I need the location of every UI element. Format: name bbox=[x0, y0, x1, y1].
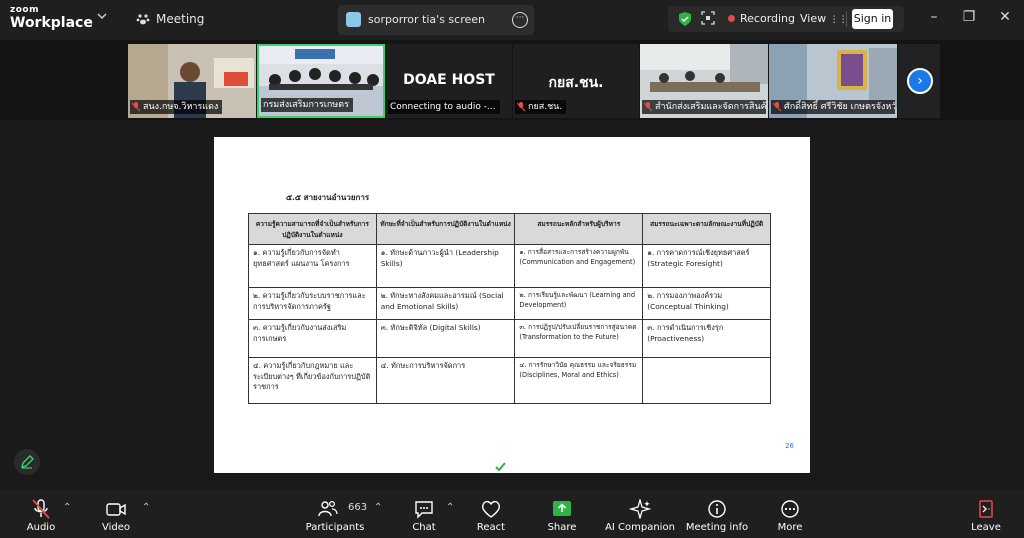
qr-scan-icon[interactable] bbox=[701, 11, 715, 25]
table-cell: ๑. การคาดการณ์เชิงยุทธศาสตร์ (Strategic … bbox=[642, 244, 771, 288]
participant-name-label: ศักดิ์สิทธิ์ ศรีวิชัย เกษตรจังหวัด bbox=[771, 100, 895, 114]
minimize-icon[interactable]: – bbox=[925, 8, 943, 26]
table-cell: ๒. ความรู้เกี่ยวกับระบบราชการและการบริหา… bbox=[248, 287, 377, 320]
competency-table: ความรู้ความสามารถที่จำเป็นสำหรับการปฏิบั… bbox=[248, 213, 771, 404]
chat-button[interactable]: Chat bbox=[404, 490, 444, 538]
table-cell: ๔. ความรู้เกี่ยวกับกฎหมาย และระเบียบต่าง… bbox=[248, 357, 377, 404]
divider bbox=[846, 11, 847, 27]
table-cell: ๓. ทักษะดิจิทัล (Digital Skills) bbox=[375, 319, 516, 358]
slide-page-number: 26 bbox=[785, 442, 794, 450]
share-screen-button[interactable]: Share bbox=[540, 490, 584, 538]
mic-muted-icon bbox=[132, 102, 140, 112]
shared-screen-tab[interactable]: sorporror tia's screen ··· bbox=[338, 5, 534, 35]
column-header: ทักษะที่จำเป็นสำหรับการปฏิบัติงานในตำแหน… bbox=[375, 213, 516, 245]
table-cell: ๓. ความรู้เกี่ยวกับงานส่งเสริมการเกษตร bbox=[248, 319, 377, 358]
slide-heading: ๕.๕ สายงานอำนวยการ bbox=[286, 192, 370, 202]
leave-meeting-button[interactable]: Leave bbox=[966, 490, 1006, 538]
table-cell: ๒. การเรียนรู้และพัฒนา (Learning and Dev… bbox=[514, 287, 644, 320]
chat-bubble-icon bbox=[415, 501, 433, 519]
participant-tile-active-speaker[interactable]: กรมส่งเสริมการเกษตร bbox=[257, 44, 385, 118]
table-cell: ๒. ทักษะทางสังคมและอารมณ์ (Social and Em… bbox=[375, 287, 516, 320]
view-grid-icon: ⋮⋮ bbox=[829, 15, 848, 25]
participant-name-label: กยส.ชน. bbox=[515, 100, 567, 114]
table-cell: ๑. ความรู้เกี่ยวกับการจัดทำยุทธศาสตร์ แผ… bbox=[248, 244, 377, 288]
audio-button[interactable]: Audio bbox=[18, 490, 64, 538]
microphone-muted-icon bbox=[32, 499, 50, 519]
sparkle-icon bbox=[629, 499, 651, 519]
exit-door-icon bbox=[979, 500, 993, 518]
table-row: ๓. ความรู้เกี่ยวกับงานส่งเสริมการเกษตร ๓… bbox=[248, 319, 771, 358]
checkmark-icon bbox=[495, 462, 506, 472]
paw-icon bbox=[136, 14, 150, 25]
chat-options-caret-icon[interactable]: ⌃ bbox=[446, 502, 454, 513]
participant-tile[interactable]: สนง.กษจ.วิหารแดง bbox=[128, 44, 256, 118]
meeting-info-button[interactable]: Meeting info bbox=[684, 490, 750, 538]
table-cell: ๒. การมองภาพองค์รวม (Conceptual Thinking… bbox=[642, 287, 771, 320]
ai-companion-button[interactable]: AI Companion bbox=[602, 490, 678, 538]
title-bar: zoom Workplace Meeting sorporror tia's s… bbox=[0, 0, 1024, 40]
meeting-controls-toolbar: Audio ⌃ Video ⌃ Participants 663 ⌃ Chat … bbox=[0, 490, 1024, 538]
table-cell: ๑. การสื่อสารและการสร้างความผูกพัน (Comm… bbox=[514, 244, 644, 288]
audio-options-caret-icon[interactable]: ⌃ bbox=[63, 502, 71, 513]
react-button[interactable]: React bbox=[470, 490, 512, 538]
more-button[interactable]: More bbox=[770, 490, 810, 538]
mic-muted-icon bbox=[644, 102, 652, 112]
heart-icon bbox=[482, 500, 500, 518]
more-dots-icon bbox=[781, 500, 799, 518]
restore-window-icon[interactable]: ❐ bbox=[960, 8, 978, 26]
participant-tile[interactable]: กยส.ชน. กยส.ชน. bbox=[513, 44, 639, 118]
mic-muted-icon bbox=[773, 102, 781, 112]
participant-tile[interactable]: ศักดิ์สิทธิ์ ศรีวิชัย เกษตรจังหวัด bbox=[769, 44, 897, 118]
table-row: ๔. ความรู้เกี่ยวกับกฎหมาย และระเบียบต่าง… bbox=[248, 357, 771, 404]
more-options-icon[interactable]: ··· bbox=[512, 12, 528, 28]
video-options-caret-icon[interactable]: ⌃ bbox=[142, 502, 150, 513]
share-screen-icon bbox=[553, 501, 571, 516]
table-row: ๑. ความรู้เกี่ยวกับการจัดทำยุทธศาสตร์ แผ… bbox=[248, 244, 771, 288]
table-row: ๒. ความรู้เกี่ยวกับระบบราชการและการบริหา… bbox=[248, 287, 771, 320]
video-camera-icon bbox=[106, 503, 126, 516]
recording-dot-icon bbox=[728, 15, 735, 22]
info-icon bbox=[708, 500, 726, 518]
participant-name-label: สำนักส่งเสริมและจัดการสินค้า bbox=[642, 100, 766, 114]
participant-tile[interactable]: DOAE HOST Connecting to audio -... bbox=[386, 44, 512, 118]
table-cell: ๓. การปฏิรูป/ปรับเปลี่ยนราชการสู่อนาคต (… bbox=[514, 319, 644, 358]
table-header-row: ความรู้ความสามารถที่จำเป็นสำหรับการปฏิบั… bbox=[248, 213, 771, 245]
table-cell: ๔. ทักษะการบริหารจัดการ bbox=[375, 357, 516, 404]
table-cell: ๔. การรักษาวินัย คุณธรรม และจริยธรรม (Di… bbox=[514, 357, 644, 404]
close-window-icon[interactable]: ✕ bbox=[996, 8, 1014, 26]
chevron-down-icon[interactable] bbox=[96, 10, 108, 28]
participant-thumbnail-strip: สนง.กษจ.วิหารแดง กรมส่งเสริมการเกษตร DOA… bbox=[0, 40, 1024, 120]
meeting-status-group: Recording View ⋮⋮ Sign in bbox=[668, 6, 904, 32]
participant-tile[interactable]: สำนักส่งเสริมและจัดการสินค้า bbox=[640, 44, 768, 118]
column-header: สมรรถนะเฉพาะตามลักษณะงานที่ปฏิบัติ bbox=[642, 213, 771, 245]
mic-muted-icon bbox=[517, 102, 525, 112]
table-cell bbox=[642, 357, 771, 404]
shared-slide: ๕.๕ สายงานอำนวยการ ความรู้ความสามารถที่จ… bbox=[214, 137, 810, 473]
screen-share-icon bbox=[346, 12, 361, 27]
column-header: ความรู้ความสามารถที่จำเป็นสำหรับการปฏิบั… bbox=[248, 213, 377, 245]
participant-display-name: DOAE HOST bbox=[403, 72, 495, 88]
view-menu[interactable]: View ⋮⋮ bbox=[800, 12, 848, 25]
participants-count: 663 bbox=[348, 502, 368, 513]
participants-button[interactable]: Participants bbox=[300, 490, 370, 538]
meeting-menu[interactable]: Meeting bbox=[136, 12, 204, 26]
sign-in-button[interactable]: Sign in bbox=[852, 9, 893, 29]
participant-display-name: กยส.ชน. bbox=[548, 75, 604, 91]
table-cell: ๑. ทักษะด้านภาวะผู้นำ (Leadership Skills… bbox=[375, 244, 516, 288]
zoom-logo: zoom Workplace bbox=[10, 5, 93, 31]
participant-name-label: Connecting to audio -... bbox=[388, 100, 500, 114]
annotate-pencil-icon[interactable] bbox=[14, 449, 40, 475]
participant-name-label: สนง.กษจ.วิหารแดง bbox=[130, 100, 223, 114]
video-button[interactable]: Video bbox=[96, 490, 136, 538]
table-cell: ๓. การดำเนินการเชิงรุก (Proactiveness) bbox=[642, 319, 771, 358]
recording-indicator[interactable]: Recording bbox=[728, 12, 795, 25]
participant-name-label: กรมส่งเสริมการเกษตร bbox=[261, 98, 353, 112]
shield-icon[interactable] bbox=[678, 11, 692, 27]
column-header: สมรรถนะหลักสำหรับผู้บริหาร bbox=[514, 213, 644, 245]
participants-icon bbox=[318, 500, 338, 517]
participants-options-caret-icon[interactable]: ⌃ bbox=[374, 502, 382, 513]
next-page-arrow-icon[interactable]: › bbox=[907, 68, 933, 94]
